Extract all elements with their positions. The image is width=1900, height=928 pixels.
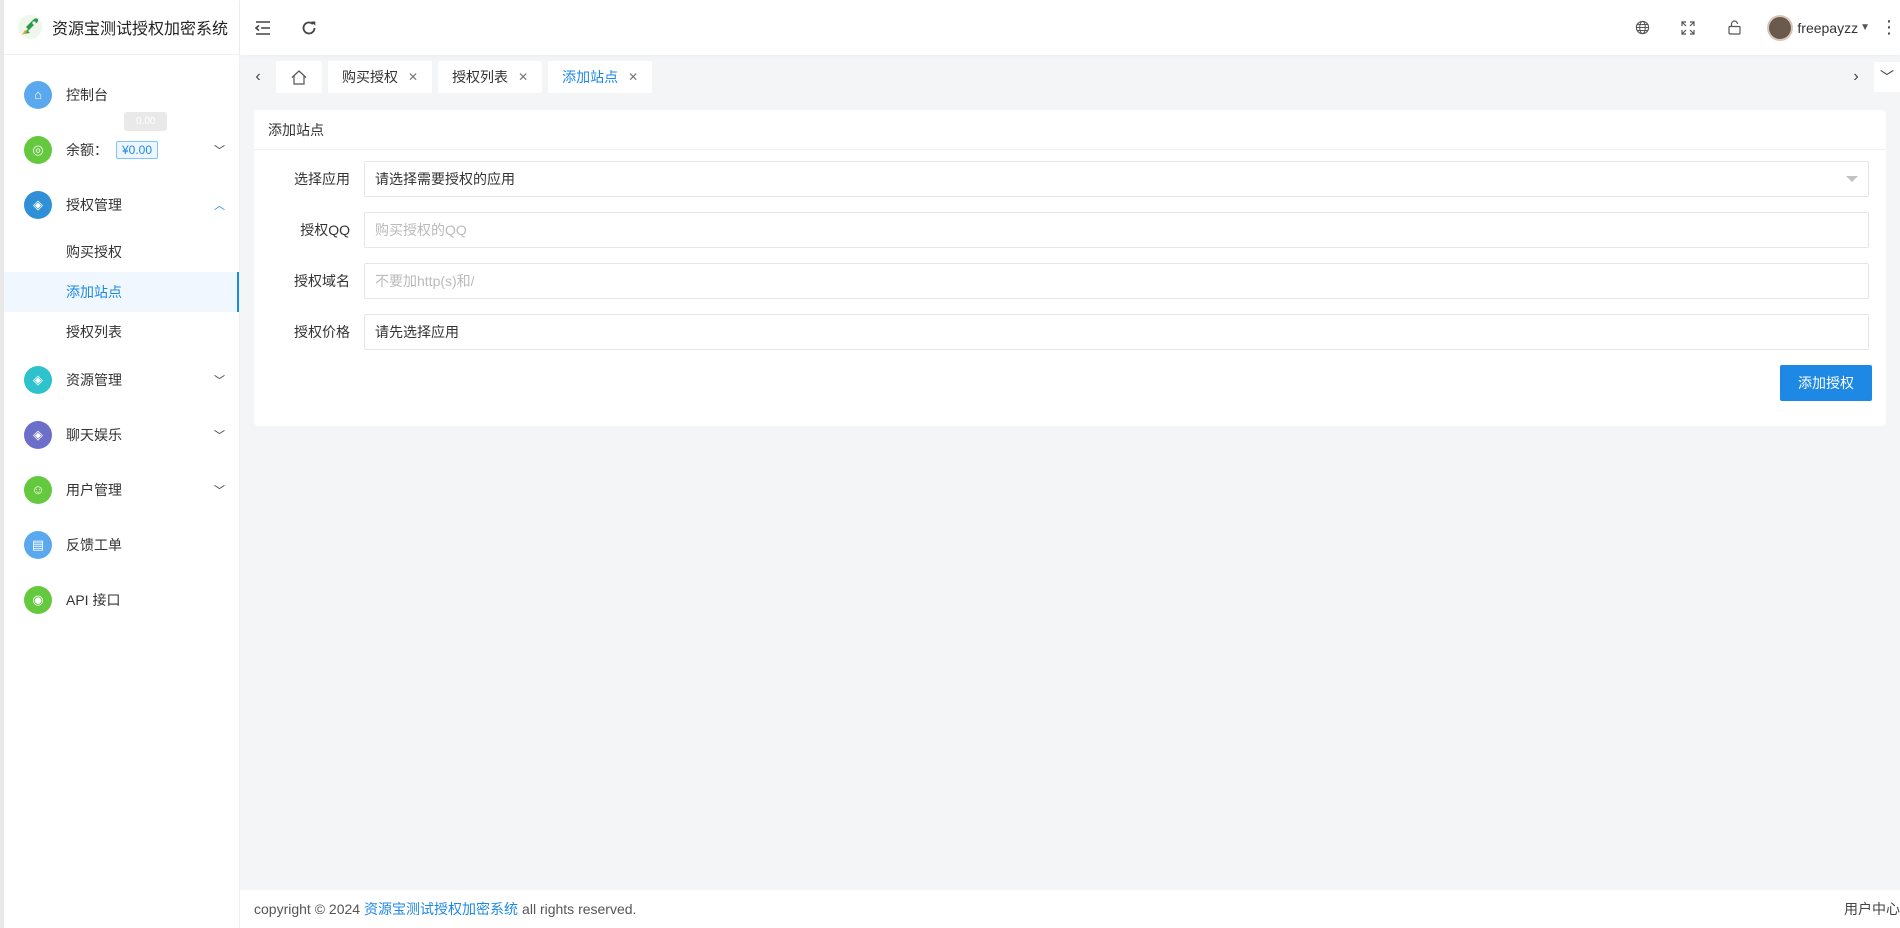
sidebar-item-license-list[interactable]: 授权列表: [4, 312, 239, 352]
tab-add-site[interactable]: 添加站点 ✕: [548, 61, 653, 93]
tabs-bar: ‹ 购买授权 ✕ 授权列表 ✕ 添加站点 ✕ › ﹀: [240, 55, 1900, 99]
sidebar-item-label: 反馈工单: [66, 536, 122, 553]
form-row-price: 授权价格 请先选择应用: [254, 314, 1886, 350]
logo[interactable]: 资源宝测试授权加密系统: [4, 0, 239, 55]
shield-icon: ◈: [24, 190, 52, 219]
shield-icon: ◈: [24, 365, 52, 394]
sidebar-item-api[interactable]: ◉ API 接口: [4, 572, 239, 627]
card-title: 添加站点: [254, 110, 1886, 150]
sidebar-item-buy-license[interactable]: 购买授权: [4, 232, 239, 272]
footer-copyright: copyright © 2024: [254, 901, 361, 917]
globe-icon: ◉: [24, 585, 52, 614]
shield-icon: ◈: [24, 420, 52, 449]
tabs-dropdown-icon[interactable]: ﹀: [1874, 62, 1900, 92]
user-icon: ☺: [24, 475, 52, 504]
sidebar-item-balance[interactable]: ◎ 余额： ¥0.00 0.00 ﹀: [4, 112, 239, 177]
sidebar-item-feedback[interactable]: ▤ 反馈工单: [4, 517, 239, 572]
footer-site-link[interactable]: 资源宝测试授权加密系统: [364, 899, 518, 919]
form-row-domain: 授权域名: [254, 263, 1886, 299]
sidebar-item-label: 资源管理: [66, 371, 122, 388]
form-label: 授权域名: [294, 273, 350, 289]
footer: copyright © 2024 资源宝测试授权加密系统 all rights …: [240, 890, 1900, 928]
tab-label: 购买授权: [342, 69, 398, 85]
close-icon[interactable]: ✕: [628, 70, 638, 84]
sidebar-item-label: 用户管理: [66, 481, 122, 498]
domain-input[interactable]: [375, 264, 1868, 298]
more-options-icon[interactable]: ⋮: [1878, 0, 1900, 55]
chevron-down-icon: ﹀: [214, 144, 225, 157]
sidebar-item-resources[interactable]: ◈ 资源管理 ﹀: [4, 352, 239, 407]
domain-field-wrap: [364, 263, 1869, 299]
sidebar-item-label: API 接口: [66, 591, 121, 608]
app-select-value: 请选择需要授权的应用: [375, 171, 515, 187]
sidebar-item-license[interactable]: ◈ 授权管理 ︿: [4, 177, 239, 232]
tab-license-list[interactable]: 授权列表 ✕: [438, 61, 543, 93]
balance-tooltip: 0.00: [124, 112, 168, 131]
sidebar: 资源宝测试授权加密系统 ⌂ 控制台 ◎ 余额： ¥0.00 0.00 ﹀ ◈ 授…: [0, 0, 240, 928]
user-menu[interactable]: freepayzz ▼: [1767, 14, 1870, 41]
tab-buy-license[interactable]: 购买授权 ✕: [328, 61, 433, 93]
price-field: 请先选择应用: [364, 314, 1869, 350]
tab-label: 添加站点: [562, 69, 619, 85]
close-icon[interactable]: ✕: [408, 70, 418, 84]
rocket-logo-icon: [16, 13, 44, 41]
tab-home[interactable]: [276, 61, 322, 93]
avatar: [1767, 14, 1794, 41]
top-header: freepayzz ▼ ⋮: [240, 0, 1900, 55]
qq-field-wrap: [364, 212, 1869, 248]
chevron-down-icon: ﹀: [214, 484, 225, 497]
sidebar-item-label: 控制台: [66, 86, 108, 103]
balance-badge: ¥0.00: [116, 140, 159, 159]
refresh-icon[interactable]: [286, 0, 332, 55]
app-title: 资源宝测试授权加密系统: [52, 21, 229, 38]
sidebar-item-label: 余额：: [66, 141, 108, 158]
user-center-link[interactable]: 用户中心: [1844, 899, 1900, 919]
form-label: 授权QQ: [300, 222, 350, 238]
caret-down-icon: ▼: [1860, 22, 1870, 33]
collapse-menu-icon[interactable]: [240, 0, 286, 55]
tabs-scroll-left-icon[interactable]: ‹: [240, 55, 276, 99]
qq-input[interactable]: [375, 213, 1868, 247]
coin-icon: ◎: [24, 135, 52, 164]
license-submenu: 购买授权 添加站点 授权列表: [4, 232, 239, 352]
username: freepayzz: [1797, 19, 1859, 36]
side-menu: ⌂ 控制台 ◎ 余额： ¥0.00 0.00 ﹀ ◈ 授权管理 ︿ 购买授权 添…: [4, 55, 239, 627]
form-label: 授权价格: [294, 324, 350, 340]
select-caret-icon: [1846, 176, 1858, 182]
chevron-down-icon: ﹀: [214, 374, 225, 387]
sidebar-item-add-site[interactable]: 添加站点: [4, 272, 239, 312]
sidebar-item-users[interactable]: ☺ 用户管理 ﹀: [4, 462, 239, 517]
tab-label: 授权列表: [452, 69, 509, 85]
add-site-card: 添加站点 选择应用 请选择需要授权的应用 授权QQ 授权域名 授权价格 请先选择…: [254, 110, 1886, 426]
sidebar-item-label: 授权管理: [66, 196, 122, 213]
chevron-up-icon: ︿: [214, 199, 225, 212]
app-select[interactable]: 请选择需要授权的应用: [364, 161, 1869, 197]
sidebar-item-label: 聊天娱乐: [66, 426, 122, 443]
chevron-down-icon: ﹀: [214, 429, 225, 442]
sidebar-item-chat[interactable]: ◈ 聊天娱乐 ﹀: [4, 407, 239, 462]
add-license-button[interactable]: 添加授权: [1780, 365, 1872, 401]
lock-icon[interactable]: [1711, 0, 1757, 55]
sidebar-item-dashboard[interactable]: ⌂ 控制台: [4, 67, 239, 122]
tabs-scroll-right-icon[interactable]: ›: [1838, 55, 1874, 99]
ticket-icon: ▤: [24, 530, 52, 559]
form-row-app: 选择应用 请选择需要授权的应用: [254, 161, 1886, 197]
footer-suffix: all rights reserved.: [522, 901, 637, 917]
home-icon: [291, 69, 307, 85]
home-icon: ⌂: [24, 80, 52, 109]
form-label: 选择应用: [294, 171, 350, 187]
fullscreen-icon[interactable]: [1665, 0, 1711, 55]
price-value: 请先选择应用: [375, 324, 459, 340]
form-row-qq: 授权QQ: [254, 212, 1886, 248]
close-icon[interactable]: ✕: [518, 70, 528, 84]
language-globe-icon[interactable]: [1619, 0, 1665, 55]
